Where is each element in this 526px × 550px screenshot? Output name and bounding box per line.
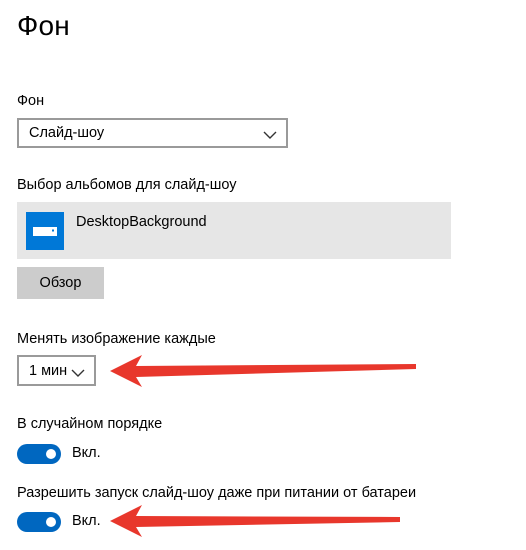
album-item[interactable]: DesktopBackground xyxy=(17,202,451,259)
browse-button[interactable]: Обзор xyxy=(17,267,104,299)
background-label: Фон xyxy=(17,93,45,109)
albums-label: Выбор альбомов для слайд-шоу xyxy=(17,177,237,193)
background-dropdown[interactable]: Слайд-шоу xyxy=(17,118,288,148)
battery-state: Вкл. xyxy=(72,513,101,529)
album-name: DesktopBackground xyxy=(76,214,207,230)
folder-icon xyxy=(26,212,64,250)
background-dropdown-value: Слайд-шоу xyxy=(29,125,105,141)
battery-toggle[interactable] xyxy=(17,512,61,532)
shuffle-label: В случайном порядке xyxy=(17,416,163,432)
annotation-arrow xyxy=(110,505,400,537)
shuffle-toggle[interactable] xyxy=(17,444,61,464)
chevron-down-icon xyxy=(71,366,85,377)
shuffle-state: Вкл. xyxy=(72,445,101,461)
page-title: Фон xyxy=(17,10,70,41)
interval-dropdown-value: 1 мин xyxy=(29,362,68,379)
settings-page: Фон Фон Слайд-шоу Выбор альбомов для сла… xyxy=(0,0,526,550)
battery-label: Разрешить запуск слайд-шоу даже при пита… xyxy=(17,485,417,501)
toggle-knob xyxy=(46,517,56,527)
annotation-arrow xyxy=(110,355,416,387)
chevron-down-icon xyxy=(263,128,277,139)
interval-label: Менять изображение каждые xyxy=(17,331,216,347)
toggle-knob xyxy=(46,449,56,459)
interval-dropdown[interactable]: 1 мин xyxy=(17,355,96,386)
